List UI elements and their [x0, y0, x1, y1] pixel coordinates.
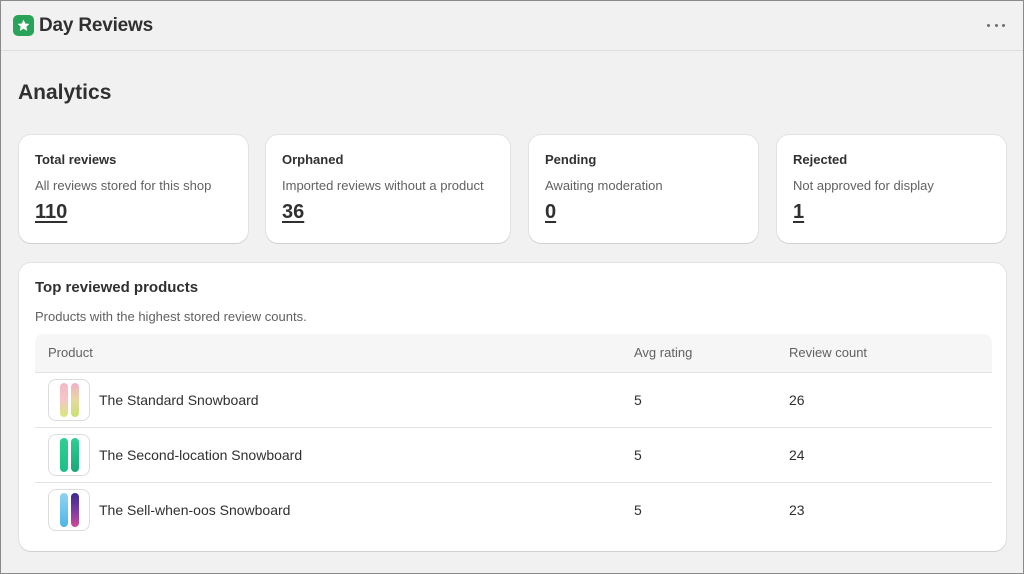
column-header-review-count: Review count: [789, 345, 868, 361]
table-row[interactable]: The Standard Snowboard 5 26: [35, 372, 992, 427]
product-thumbnail: [48, 433, 90, 476]
review-count: 24: [789, 446, 805, 463]
top-products-card: Top reviewed products Products with the …: [19, 263, 1006, 551]
column-header-avg-rating: Avg rating: [634, 345, 693, 361]
stat-title: Total reviews: [35, 152, 117, 167]
snowboard-image: [70, 437, 79, 472]
section-title: Top reviewed products: [35, 279, 199, 296]
stat-card-orphaned: Orphaned Imported reviews without a prod…: [266, 135, 510, 243]
stat-description: All reviews stored for this shop: [35, 178, 212, 193]
product-thumbnail: [48, 488, 90, 531]
stat-description: Awaiting moderation: [545, 178, 663, 193]
products-table: Product Avg rating Review count The Stan…: [35, 334, 992, 537]
table-row[interactable]: The Sell-when-oos Snowboard 5 23: [35, 482, 992, 537]
review-count: 23: [789, 501, 805, 518]
stat-value-link[interactable]: 0: [545, 201, 556, 224]
section-description: Products with the highest stored review …: [35, 309, 307, 324]
avg-rating: 5: [634, 501, 642, 518]
snowboard-image: [59, 437, 68, 472]
stat-value-link[interactable]: 110: [35, 201, 67, 224]
stat-card-rejected: Rejected Not approved for display 1: [777, 135, 1006, 243]
table-header-row: Product Avg rating Review count: [35, 334, 992, 372]
page-title: Analytics: [18, 81, 112, 104]
stat-title: Pending: [545, 152, 597, 167]
stat-value-link[interactable]: 36: [282, 201, 304, 224]
stat-title: Orphaned: [282, 152, 344, 167]
app-title: Day Reviews: [39, 14, 153, 36]
snowboard-image: [70, 382, 79, 417]
stat-description: Imported reviews without a product: [282, 178, 484, 193]
stat-description: Not approved for display: [793, 178, 934, 193]
app-frame: Day Reviews Analytics Total reviews All …: [0, 0, 1024, 574]
stat-title: Rejected: [793, 152, 848, 167]
snowboard-image: [59, 492, 68, 527]
product-name: The Standard Snowboard: [99, 391, 259, 408]
stat-value-link[interactable]: 1: [793, 201, 804, 224]
avg-rating: 5: [634, 391, 642, 408]
product-name: The Second-location Snowboard: [99, 446, 303, 463]
column-header-product: Product: [48, 345, 93, 361]
stat-card-total-reviews: Total reviews All reviews stored for thi…: [19, 135, 248, 243]
product-name: The Sell-when-oos Snowboard: [99, 501, 291, 518]
table-row[interactable]: The Second-location Snowboard 5 24: [35, 427, 992, 482]
avg-rating: 5: [634, 446, 642, 463]
stat-card-pending: Pending Awaiting moderation 0: [529, 135, 758, 243]
snowboard-image: [70, 492, 79, 527]
review-count: 26: [789, 391, 805, 408]
app-header: Day Reviews: [1, 1, 1023, 51]
product-thumbnail: [48, 378, 90, 421]
more-actions-icon[interactable]: [987, 18, 1005, 32]
star-icon: [13, 15, 34, 36]
snowboard-image: [59, 382, 68, 417]
